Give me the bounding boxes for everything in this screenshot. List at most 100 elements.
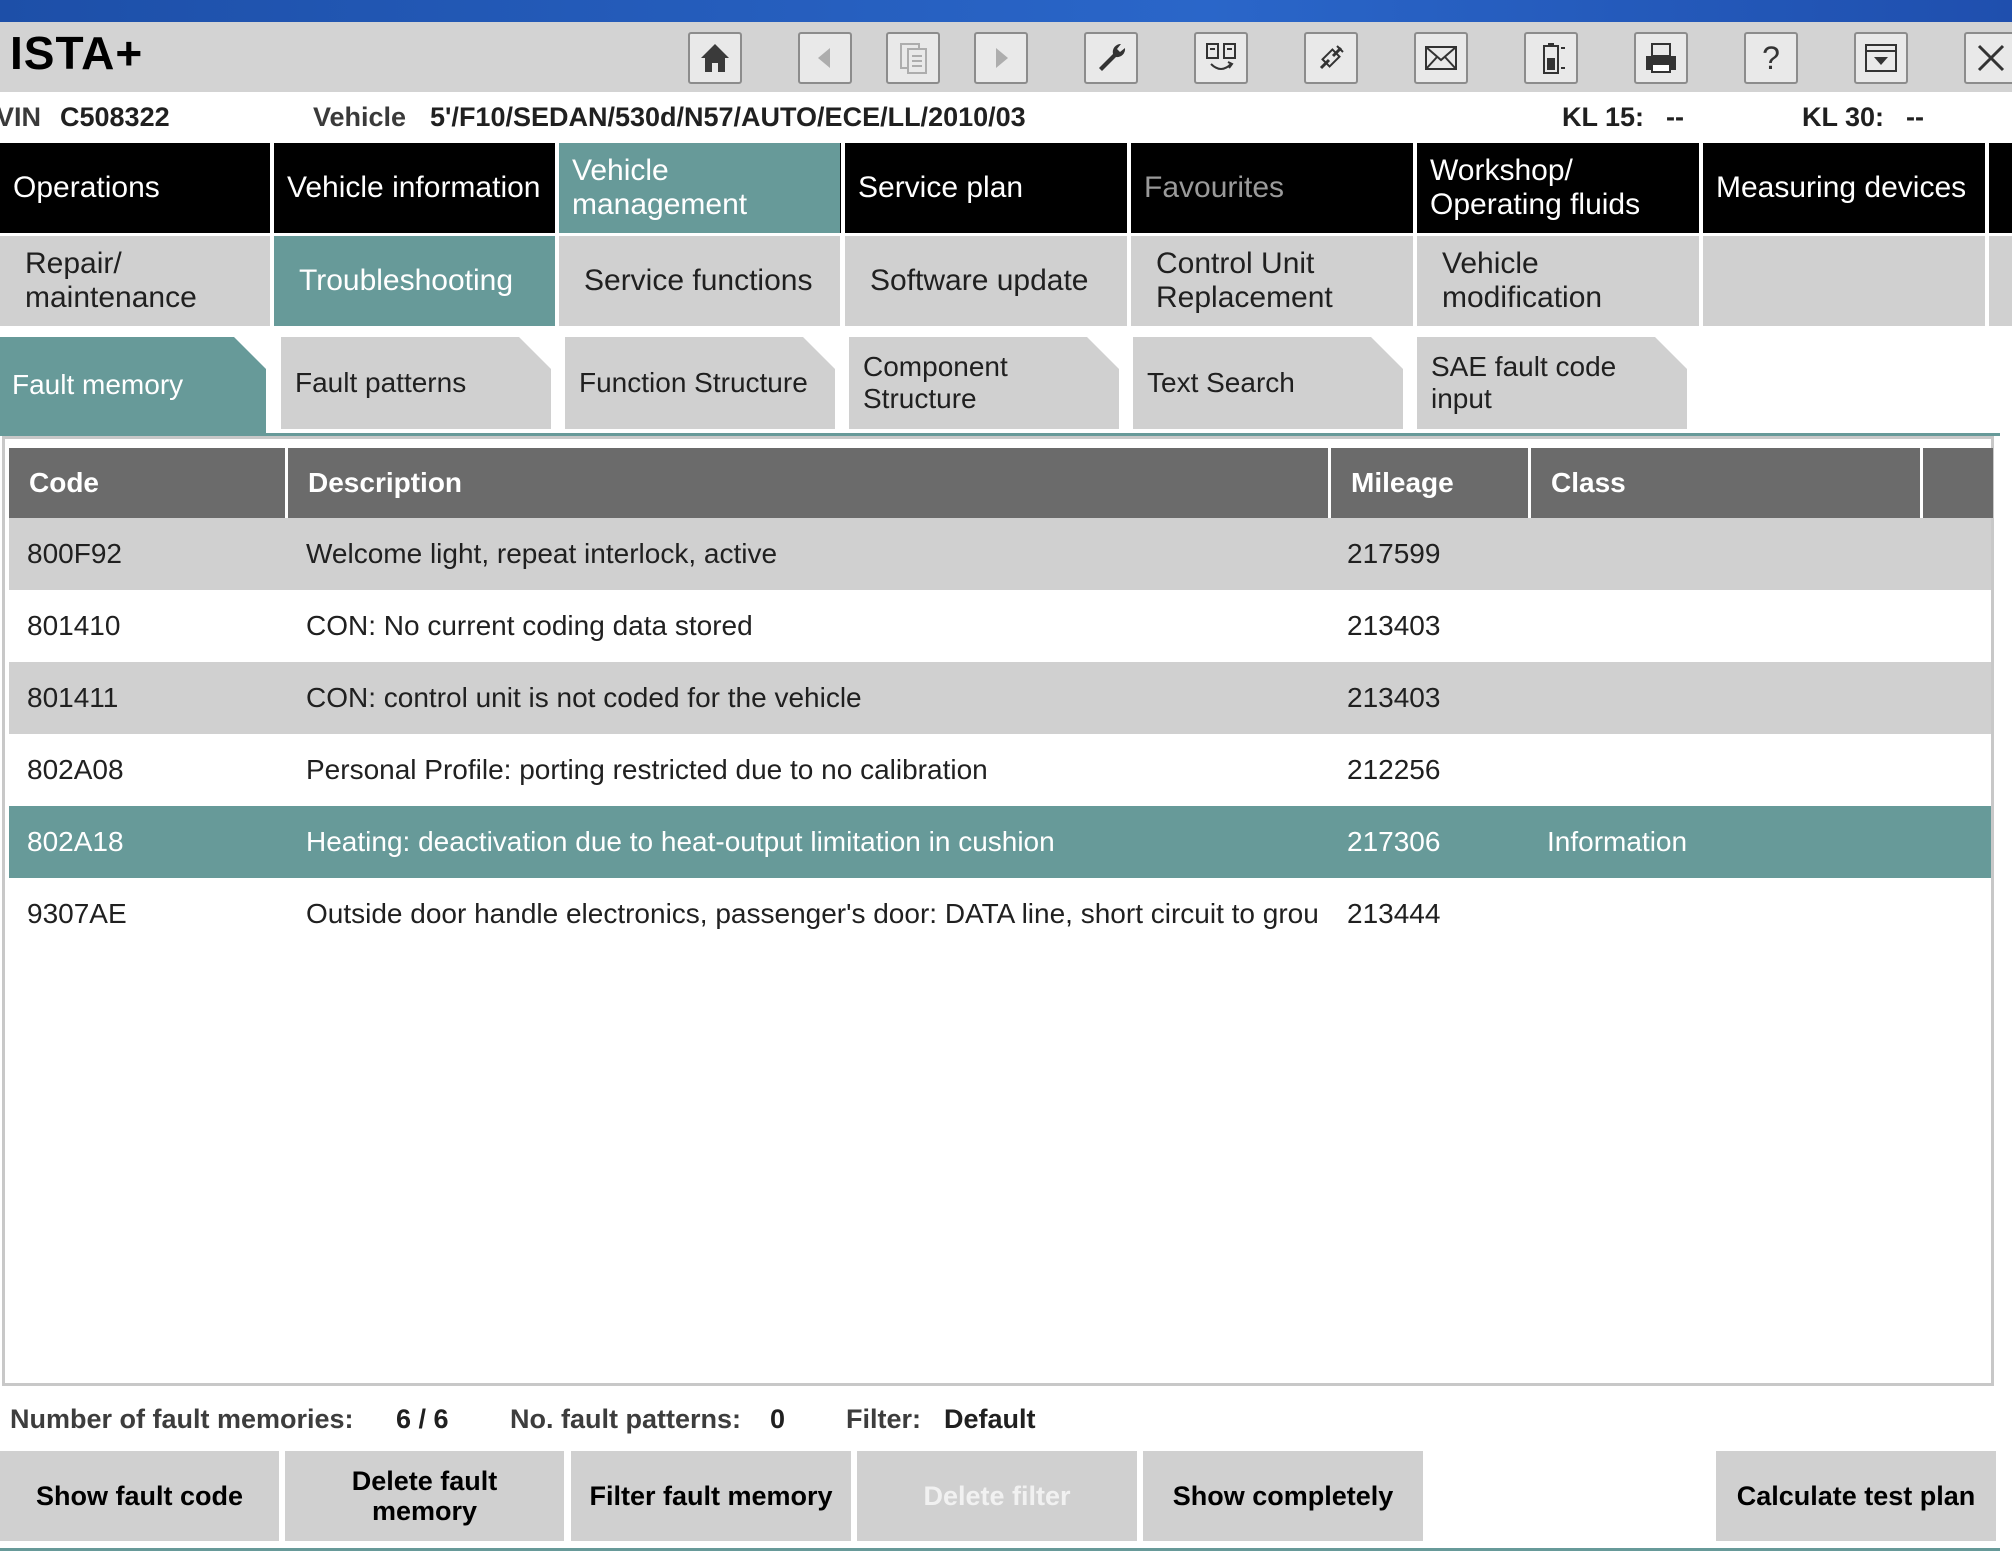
cell-mileage: 217306 [1347,826,1441,857]
fault-tabs: Fault memory Fault patterns Function Str… [0,337,2012,429]
home-button[interactable] [688,32,742,84]
subnav-troubleshooting[interactable]: Troubleshooting [274,236,555,326]
nav-service-plan[interactable]: Service plan [845,143,1127,233]
nav-measuring-devices[interactable]: Measuring devices [1703,143,1985,233]
nav-separator [1985,143,1989,233]
subnav-service-functions[interactable]: Service functions [559,236,840,326]
battery-button[interactable] [1524,32,1578,84]
delete-filter-button[interactable]: Delete filter [857,1451,1137,1541]
cell-mileage: 213403 [1347,610,1441,641]
subnav-repair-maintenance[interactable]: Repair/ maintenance [0,236,270,326]
table-row[interactable]: 802A18 Heating: deactivation due to heat-… [9,806,1991,878]
minimize-window-button[interactable] [1854,32,1908,84]
tab-sae-fault-code-input[interactable]: SAE fault code input [1417,337,1687,429]
delete-fault-memory-button[interactable]: Delete fault memory [285,1451,564,1541]
table-row[interactable]: 9307AE Outside door handle electronics, p… [9,878,1991,950]
nav-workshop-operating-fluids[interactable]: Workshop/ Operating fluids [1417,143,1699,233]
vin-value: C508322 [60,102,170,132]
kl15-label: KL 15: [1562,102,1645,132]
cell-code: 801410 [27,610,121,641]
nav-label: Vehicle management [572,154,748,221]
cell-code: 800F92 [27,538,122,569]
subnav-label: Repair/ maintenance [25,247,197,314]
fault-patterns-label: No. fault patterns: [510,1404,742,1434]
kl30-label: KL 30: [1802,102,1885,132]
app-title: ISTA+ [10,27,144,79]
document-copy-button[interactable] [886,32,940,84]
nav-favourites[interactable]: Favourites [1131,143,1413,233]
table-row[interactable]: 802A08 Personal Profile: porting restrict… [9,734,1991,806]
subnav-label: Software update [870,264,1089,297]
column-header-extra[interactable] [1923,448,1993,518]
cell-description: Outside door handle electronics, passeng… [306,898,1319,929]
tab-label: Component Structure [863,351,1008,414]
column-header-description[interactable]: Description [288,448,1331,518]
window-title-strip [0,0,2012,22]
filter-label: Filter: [846,1404,922,1434]
nav-label: Operations [13,171,160,204]
vehicle-value: 5'/F10/SEDAN/530d/N57/AUTO/ECE/LL/2010/0… [430,102,1026,132]
calculate-test-plan-button[interactable]: Calculate test plan [1716,1451,1996,1541]
close-button[interactable] [1964,32,2012,84]
tab-label: SAE fault code input [1431,351,1617,414]
back-arrow-icon [818,48,830,68]
show-completely-button[interactable]: Show completely [1143,1451,1423,1541]
cell-mileage: 217599 [1347,538,1441,569]
table-row[interactable]: 800F92 Welcome light, repeat interlock, a… [9,518,1991,590]
table-row[interactable]: 801410 CON: No current coding data stored… [9,590,1991,662]
nav-separator [270,143,274,233]
cell-mileage: 212256 [1347,754,1441,785]
cell-code: 802A18 [27,826,124,857]
help-button[interactable]: ? [1744,32,1798,84]
help-icon: ? [1762,40,1780,76]
tab-fault-patterns[interactable]: Fault patterns [281,337,551,429]
nav-vehicle-information[interactable]: Vehicle information [274,143,555,233]
subnav-label: Service functions [584,264,813,297]
filter-fault-memory-button[interactable]: Filter fault memory [571,1451,851,1541]
tab-text-search[interactable]: Text Search [1133,337,1403,429]
cell-class [1547,734,1927,806]
column-header-mileage[interactable]: Mileage [1331,448,1531,518]
subnav-software-update[interactable]: Software update [845,236,1127,326]
minimize-window-icon [1865,44,1897,72]
subnav-empty [1703,236,1985,326]
cell-class [1547,662,1927,734]
print-button[interactable] [1634,32,1688,84]
printer-icon [1646,43,1676,73]
svg-text:?: ? [1762,40,1780,76]
tab-label: Fault memory [12,369,184,400]
tab-component-structure[interactable]: Component Structure [849,337,1119,429]
swap-button[interactable] [1194,32,1248,84]
cell-description: Heating: deactivation due to heat-output… [306,826,1055,857]
nav-label: Vehicle information [287,171,541,204]
nav-label: Workshop/ Operating fluids [1430,154,1641,221]
messages-button[interactable] [1414,32,1468,84]
wrench-button[interactable] [1084,32,1138,84]
app-header: ISTA+ ? [0,22,2012,92]
connection-button[interactable] [1304,32,1358,84]
kl15-value: -- [1666,102,1684,132]
tab-fault-memory[interactable]: Fault memory [0,337,266,433]
nav-operations[interactable]: Operations [0,143,270,233]
forward-button[interactable] [974,32,1028,84]
column-header-class[interactable]: Class [1531,448,1923,518]
cell-code: 802A08 [27,754,124,785]
nav-label: Measuring devices [1716,171,1967,204]
cell-class [1547,518,1927,590]
fault-memory-table: Code Description Mileage Class 800F92 Wel… [2,436,1994,1386]
show-fault-code-button[interactable]: Show fault code [0,1451,279,1541]
main-navigation: Operations Vehicle information Vehicle m… [0,143,2012,233]
envelope-icon [1425,46,1457,70]
subnav-label: Vehicle modification [1442,247,1603,314]
tab-function-structure[interactable]: Function Structure [565,337,835,429]
nav-separator [555,143,559,233]
kl30-value: -- [1906,102,1924,132]
column-header-code[interactable]: Code [9,448,288,518]
back-button[interactable] [798,32,852,84]
subnav-control-unit-replacement[interactable]: Control Unit Replacement [1131,236,1413,326]
close-icon [1977,44,2005,72]
nav-vehicle-management[interactable]: Vehicle management [559,143,840,233]
table-row[interactable]: 801411 CON: control unit is not coded for… [9,662,1991,734]
nav-separator [1699,143,1703,233]
subnav-vehicle-modification[interactable]: Vehicle modification [1417,236,1699,326]
